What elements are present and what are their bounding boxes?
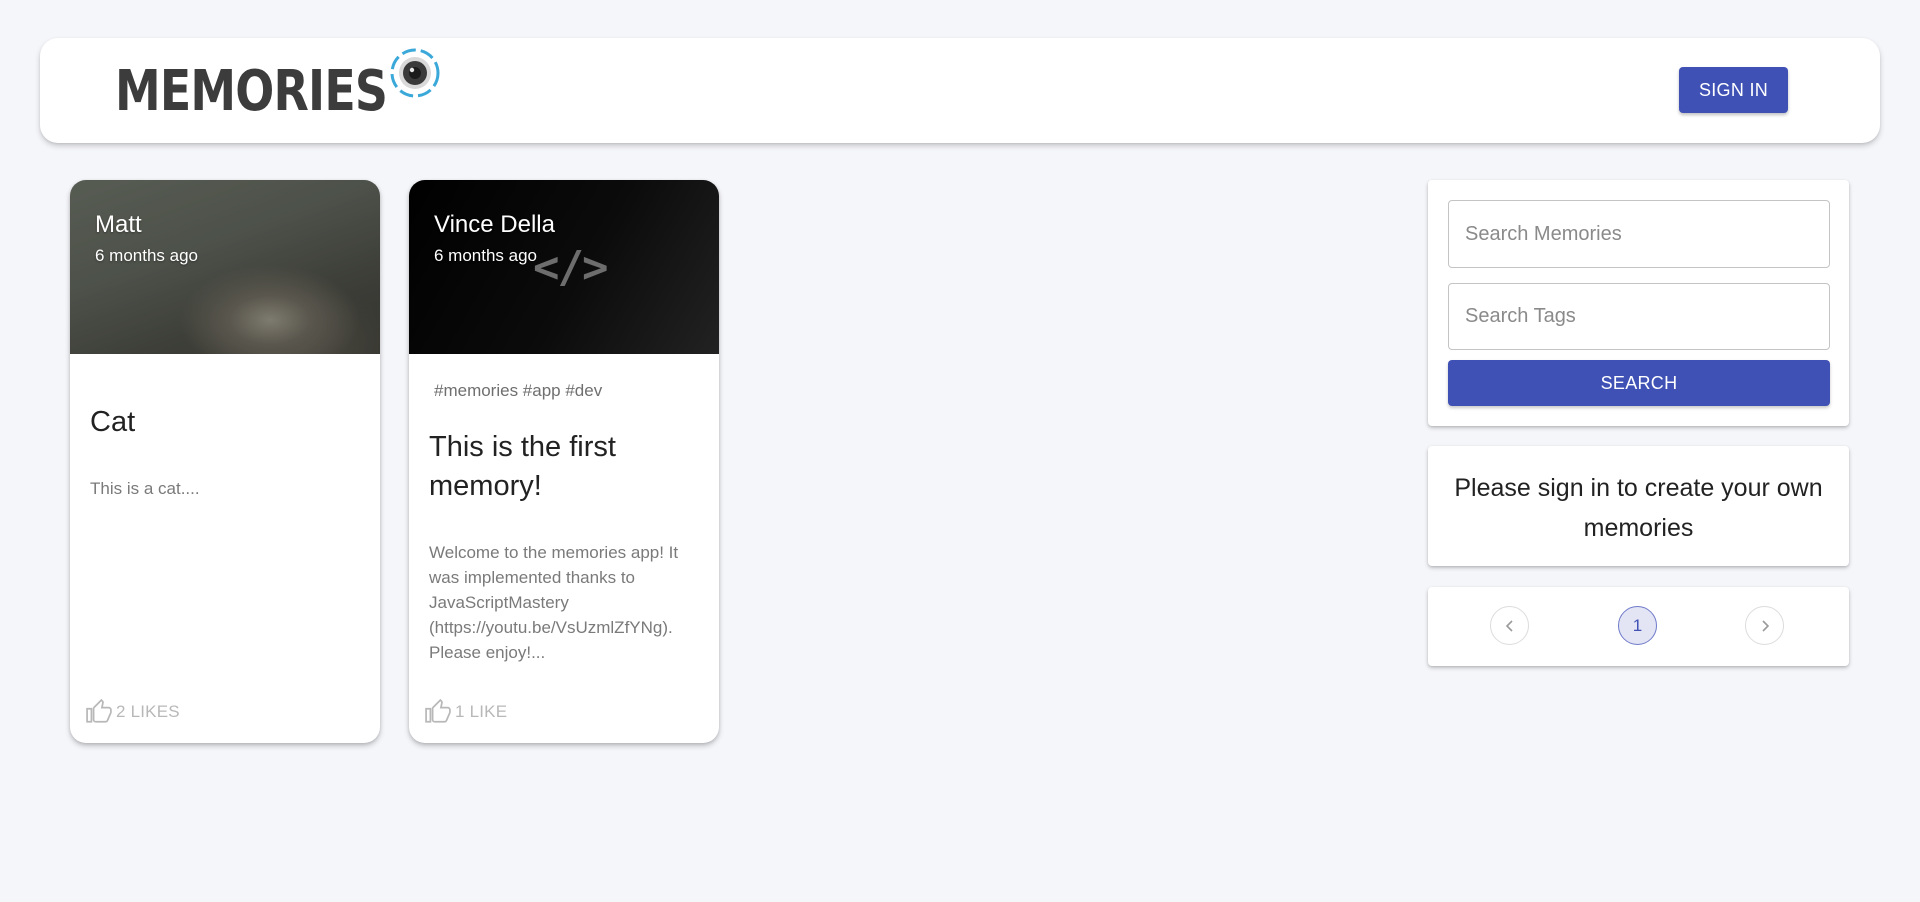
page-button-current[interactable]: 1 bbox=[1618, 606, 1657, 645]
search-memories-input[interactable] bbox=[1448, 200, 1830, 268]
post-message: This is a cat.... bbox=[90, 479, 200, 498]
likes-count: 2 LIKES bbox=[116, 702, 180, 721]
post-time: 6 months ago bbox=[95, 246, 199, 265]
previous-page-button[interactable] bbox=[1490, 606, 1529, 645]
thumb-up-icon bbox=[425, 699, 451, 723]
post-title: Cat bbox=[90, 406, 136, 438]
post-creator: Vince Della bbox=[434, 211, 555, 238]
post-time: 6 months ago bbox=[434, 246, 538, 265]
likes-count: 1 LIKE bbox=[455, 702, 508, 721]
camera-lens-icon bbox=[390, 48, 440, 98]
search-tags-input[interactable] bbox=[1448, 283, 1830, 350]
post-card[interactable]: </> Vince Della 6 months ago #memories #… bbox=[409, 180, 719, 743]
app-bar: Memories SIGN IN bbox=[40, 38, 1880, 143]
sign-in-button[interactable]: SIGN IN bbox=[1679, 67, 1788, 113]
like-button[interactable]: 2 LIKES bbox=[86, 699, 180, 725]
post-creator: Matt bbox=[95, 211, 142, 238]
signin-prompt-panel: Please sign in to create your own memori… bbox=[1428, 446, 1849, 566]
code-icon: </> bbox=[533, 242, 608, 293]
post-card[interactable]: Matt 6 months ago Cat This is a cat.... … bbox=[70, 180, 380, 743]
thumb-up-icon bbox=[86, 699, 112, 723]
search-button[interactable]: SEARCH bbox=[1448, 360, 1830, 406]
chevron-left-icon bbox=[1505, 619, 1513, 632]
like-button[interactable]: 1 LIKE bbox=[425, 699, 507, 725]
post-image-code: </> Vince Della 6 months ago bbox=[409, 180, 719, 354]
search-panel: SEARCH bbox=[1428, 180, 1849, 426]
post-message: Welcome to the memories app! It was impl… bbox=[429, 543, 679, 662]
next-page-button[interactable] bbox=[1745, 606, 1784, 645]
chevron-right-icon bbox=[1761, 619, 1769, 632]
post-image-cat: Matt 6 months ago bbox=[70, 180, 380, 354]
pagination: 1 bbox=[1428, 587, 1849, 666]
post-tags: #memories #app #dev bbox=[434, 381, 603, 400]
post-title: This is the first memory! bbox=[429, 431, 616, 502]
brand-title: Memories bbox=[115, 59, 388, 124]
signin-prompt-text: Please sign in to create your own memori… bbox=[1454, 474, 1823, 542]
